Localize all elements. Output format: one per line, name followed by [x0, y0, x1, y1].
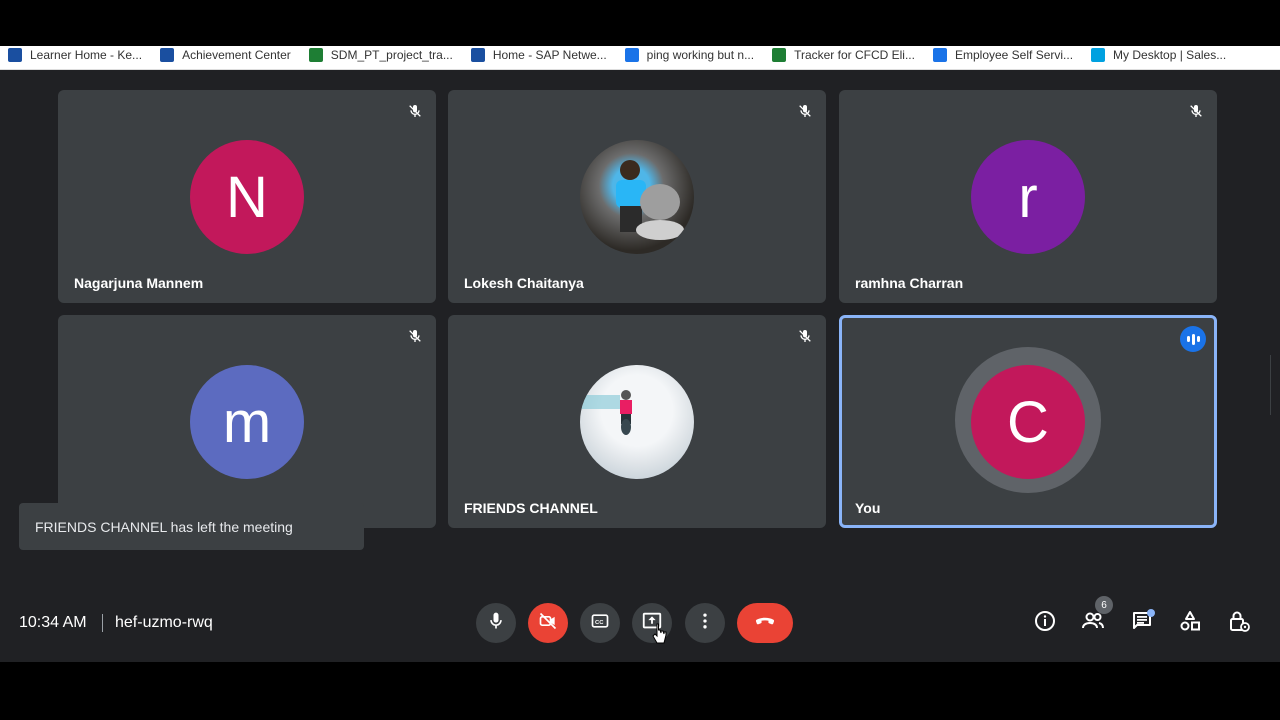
bookmark-favicon-icon	[160, 48, 175, 62]
participant-name: FRIENDS CHANNEL	[464, 500, 598, 516]
captions-button[interactable]: CC	[580, 603, 620, 643]
bookmark-item[interactable]: Home - SAP Netwe...	[470, 48, 607, 62]
meeting-details-button[interactable]	[1032, 610, 1058, 636]
participant-tile-self[interactable]: C You	[839, 315, 1217, 528]
meeting-area: N Nagarjuna Mannem Lokesh Chaitanya r ra…	[0, 70, 1280, 662]
more-vert-icon	[695, 611, 715, 636]
mic-off-icon	[794, 100, 816, 122]
participant-name: You	[855, 500, 881, 516]
scroll-indicator	[1270, 355, 1280, 415]
meeting-code: hef-uzmo-rwq	[115, 614, 213, 631]
more-options-button[interactable]	[685, 603, 725, 643]
avatar: m	[190, 365, 304, 479]
bookmark-label: SDM_PT_project_tra...	[330, 48, 453, 62]
mic-off-icon	[794, 325, 816, 347]
bookmark-label: Learner Home - Ke...	[30, 48, 143, 62]
people-count-badge: 6	[1095, 596, 1113, 614]
mic-icon	[486, 611, 506, 636]
mouse-cursor	[652, 623, 668, 650]
captions-icon: CC	[590, 611, 610, 636]
mic-off-icon	[404, 325, 426, 347]
bookmark-label: ping working but n...	[646, 48, 755, 62]
svg-text:CC: CC	[595, 619, 604, 625]
participant-name: ramhna Charran	[855, 275, 964, 291]
avatar: C	[971, 365, 1085, 479]
speaking-indicator-icon	[1180, 326, 1206, 352]
meeting-time: 10:34 AM	[19, 614, 87, 631]
leave-call-button[interactable]	[737, 603, 793, 643]
bookmark-item[interactable]: Tracker for CFCD Eli...	[772, 48, 915, 62]
mic-off-icon	[404, 100, 426, 122]
activities-button[interactable]	[1177, 610, 1203, 636]
bookmark-favicon-icon	[624, 48, 639, 62]
bookmark-favicon-icon	[470, 48, 485, 62]
mic-off-icon	[1185, 100, 1207, 122]
divider	[102, 614, 103, 632]
bookmark-favicon-icon	[8, 48, 22, 62]
hang-up-icon	[752, 608, 778, 639]
chat-notification-dot	[1147, 609, 1155, 617]
bookmark-favicon-icon	[772, 48, 787, 62]
bookmark-favicon-icon	[1091, 48, 1106, 62]
bookmark-favicon-icon	[308, 48, 323, 62]
bookmark-item[interactable]: SDM_PT_project_tra...	[308, 48, 453, 62]
bookmarks-bar: Learner Home - Ke... Achievement Center SD…	[0, 46, 1280, 70]
camera-off-icon	[538, 611, 558, 636]
participant-tile-3[interactable]: r ramhna Charran	[839, 90, 1217, 303]
participant-tile-5[interactable]: FRIENDS CHANNEL	[448, 315, 826, 528]
info-icon	[1033, 609, 1057, 638]
screen: Learner Home - Ke... Achievement Center SD…	[0, 0, 1280, 720]
participant-name: Lokesh Chaitanya	[464, 275, 584, 291]
profile-photo	[580, 140, 694, 254]
bookmark-favicon-icon	[932, 48, 947, 62]
profile-photo	[580, 365, 694, 479]
participant-tile-2[interactable]: Lokesh Chaitanya	[448, 90, 826, 303]
bookmark-item[interactable]: My Desktop | Sales...	[1091, 48, 1226, 62]
notification-toast: FRIENDS CHANNEL has left the meeting	[19, 503, 364, 550]
participant-name: Nagarjuna Mannem	[74, 275, 204, 291]
bookmark-item[interactable]: Learner Home - Ke...	[8, 48, 142, 62]
bookmark-label: Home - SAP Netwe...	[492, 48, 607, 62]
microphone-button[interactable]	[476, 603, 516, 643]
participant-tile-1[interactable]: N Nagarjuna Mannem	[58, 90, 436, 303]
participant-tile-4[interactable]: m	[58, 315, 436, 528]
camera-button[interactable]	[528, 603, 568, 643]
bookmark-label: Achievement Center	[182, 48, 291, 62]
host-controls-icon	[1227, 609, 1251, 638]
bookmark-item[interactable]: Achievement Center	[160, 48, 291, 62]
bookmark-item[interactable]: Employee Self Servi...	[932, 48, 1074, 62]
bookmark-label: Tracker for CFCD Eli...	[794, 48, 915, 62]
bookmark-label: My Desktop | Sales...	[1113, 48, 1227, 62]
avatar: N	[190, 140, 304, 254]
host-controls-button[interactable]	[1226, 610, 1252, 636]
activities-icon	[1178, 609, 1202, 638]
bookmark-item[interactable]: ping working but n...	[624, 48, 755, 62]
avatar: r	[971, 140, 1085, 254]
bookmark-label: Employee Self Servi...	[954, 48, 1074, 62]
